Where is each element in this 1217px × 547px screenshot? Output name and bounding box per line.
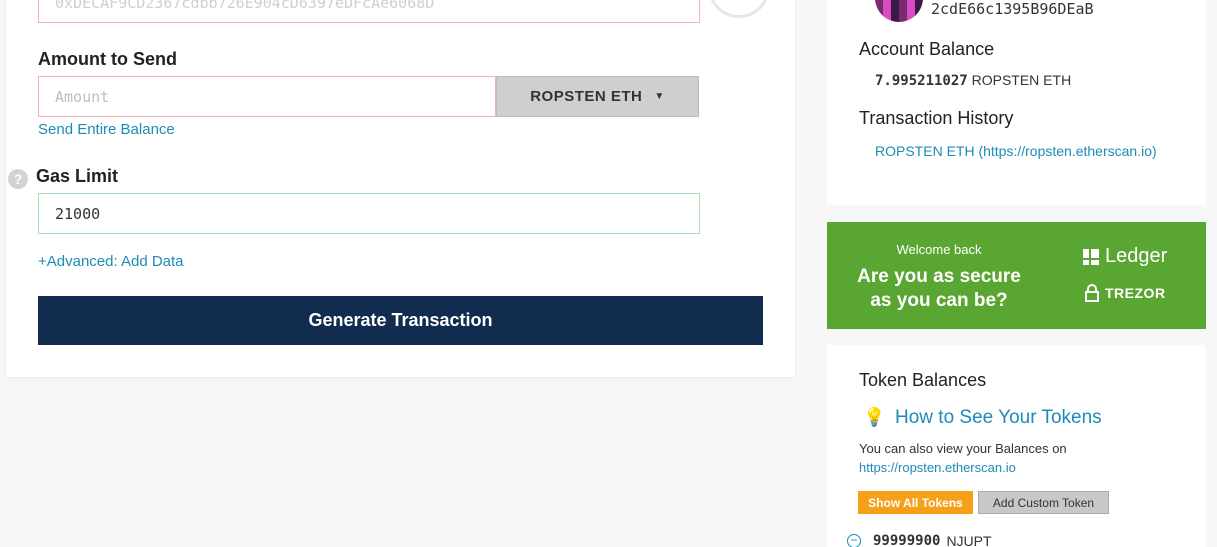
ledger-label: Ledger (1105, 245, 1168, 267)
help-icon[interactable]: ? (8, 169, 28, 189)
account-balance: 7.995211027 ROPSTEN ETH (875, 72, 1071, 89)
token-row: − 99999900 NJUPT (847, 533, 992, 547)
gas-limit-input[interactable] (38, 193, 700, 234)
send-entire-balance-link[interactable]: Send Entire Balance (38, 121, 175, 138)
transaction-history-link[interactable]: ROPSTEN ETH (https://ropsten.etherscan.i… (875, 140, 1175, 162)
token-amount: 99999900 (873, 533, 941, 547)
etherscan-link[interactable]: https://ropsten.etherscan.io (859, 458, 1067, 477)
remove-token-icon[interactable]: − (847, 534, 861, 547)
balance-value: 7.995211027 (875, 73, 968, 89)
hardware-wallet-promo[interactable]: Welcome back Are you as secure as you ca… (827, 222, 1206, 329)
transaction-history-title: Transaction History (859, 108, 1014, 128)
promo-line-1: Are you as secure (857, 266, 1021, 287)
amount-label: Amount to Send (38, 49, 177, 69)
account-address: 2cdE66c1395B96DEaB (931, 0, 1094, 18)
unit-dropdown[interactable]: ROPSTEN ETH ▼ (496, 76, 699, 117)
token-symbol: NJUPT (946, 533, 992, 547)
account-balance-title: Account Balance (859, 39, 995, 59)
token-balances-title: Token Balances (859, 370, 987, 390)
token-balances-card: Token Balances 💡 How to See Your Tokens … (827, 345, 1206, 547)
page: Amount to Send ROPSTEN ETH ▼ Send Entire… (0, 0, 1217, 547)
add-custom-token-button[interactable]: Add Custom Token (978, 491, 1109, 514)
avatar (875, 0, 923, 22)
show-all-tokens-button[interactable]: Show All Tokens (858, 491, 973, 514)
lock-icon (1085, 284, 1099, 302)
token-note-text: You can also view your Balances on (859, 441, 1067, 456)
how-to-see-tokens-link[interactable]: How to See Your Tokens (895, 407, 1102, 429)
promo-line-2: as you can be? (870, 290, 1008, 311)
token-note: You can also view your Balances on https… (859, 439, 1067, 477)
trezor-label: TREZOR (1105, 285, 1166, 301)
generate-transaction-button[interactable]: Generate Transaction (38, 296, 763, 345)
account-card: 2cdE66c1395B96DEaB Account Balance 7.995… (827, 0, 1206, 205)
promo-headline: Are you as secure as you can be? (827, 265, 1051, 313)
trezor-logo: TREZOR (1085, 284, 1166, 302)
unit-label: ROPSTEN ETH (530, 88, 643, 105)
lightbulb-icon: 💡 (863, 407, 886, 427)
to-address-input[interactable] (38, 0, 700, 23)
balance-unit: ROPSTEN ETH (971, 72, 1072, 88)
chevron-down-icon: ▼ (654, 91, 665, 102)
advanced-add-data-link[interactable]: +Advanced: Add Data (38, 253, 184, 270)
amount-input[interactable] (38, 76, 496, 117)
ledger-logo: Ledger (1083, 245, 1167, 268)
gas-limit-label: Gas Limit (36, 166, 119, 186)
promo-welcome: Welcome back (896, 242, 982, 257)
ledger-icon (1083, 248, 1099, 265)
